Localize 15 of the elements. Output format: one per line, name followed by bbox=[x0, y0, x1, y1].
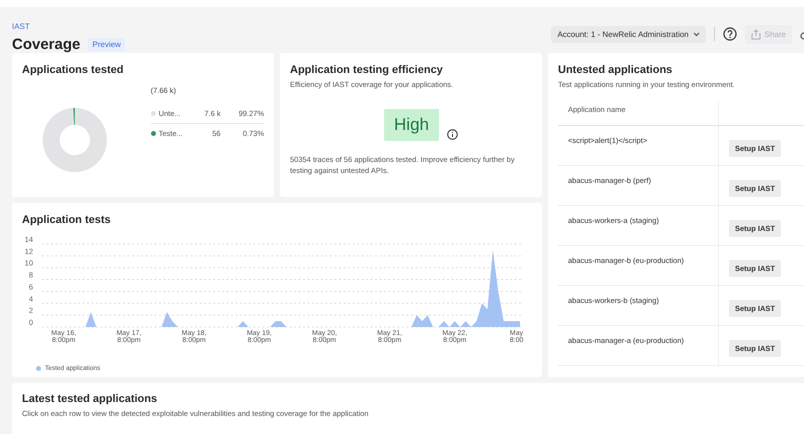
page-title: Coverage bbox=[12, 36, 80, 53]
breadcrumb-link[interactable]: IAST bbox=[12, 22, 30, 31]
card-title: Untested applications bbox=[558, 64, 674, 76]
rating-badge: High bbox=[384, 109, 439, 141]
caret-icon bbox=[692, 32, 700, 36]
card-title: Application tests bbox=[22, 214, 112, 226]
legend-dot bbox=[36, 366, 41, 371]
info-icon[interactable] bbox=[446, 129, 458, 140]
card-title: Applications tested bbox=[22, 64, 124, 76]
preview-badge: Preview bbox=[88, 38, 125, 51]
help-icon[interactable] bbox=[722, 27, 737, 41]
account-dropdown[interactable]: Account: 1 - NewRelic Administration bbox=[551, 26, 706, 42]
share-icon bbox=[750, 28, 761, 40]
card-title: Application testing efficiency bbox=[290, 64, 444, 76]
card-title: Latest tested applications bbox=[22, 393, 158, 405]
